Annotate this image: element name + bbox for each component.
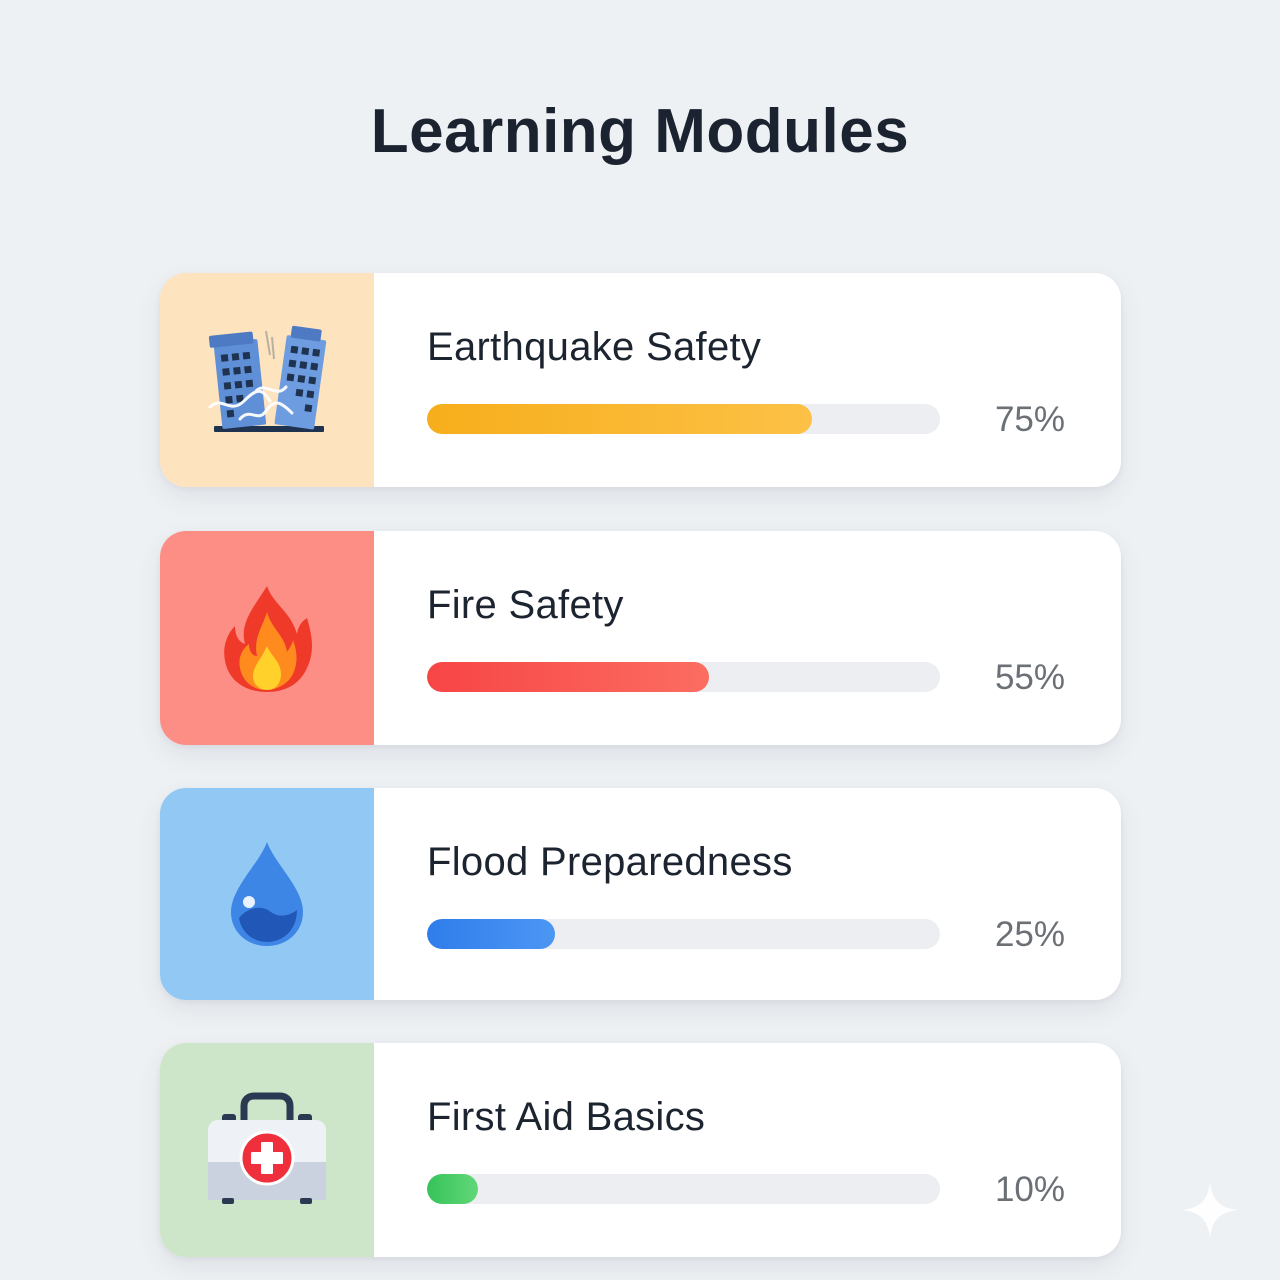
- progress-bar: [427, 404, 940, 434]
- earthquake-buildings-icon: [208, 325, 327, 432]
- module-title: First Aid Basics: [427, 1095, 706, 1139]
- module-content: First Aid Basics 10%: [374, 1043, 1121, 1257]
- module-title: Fire Safety: [427, 583, 624, 627]
- progress-fill: [427, 662, 710, 692]
- page-title: Learning Modules: [370, 97, 910, 166]
- progress-bar: [427, 919, 940, 949]
- module-card-first-aid-basics[interactable]: First Aid Basics 10%: [160, 1043, 1121, 1257]
- progress-fill: [427, 1174, 479, 1204]
- module-content: Fire Safety 55%: [374, 531, 1121, 745]
- module-card-flood-preparedness[interactable]: Flood Preparedness 25%: [160, 788, 1121, 1000]
- module-icon-panel: [160, 1043, 374, 1257]
- module-title: Earthquake Safety: [427, 325, 762, 369]
- learning-modules-page: Learning Modules Earthquake Safety 75% F…: [0, 0, 1280, 1280]
- progress-bar: [427, 1174, 940, 1204]
- progress-fill: [427, 404, 812, 434]
- progress-percentage: 75%: [994, 400, 1065, 439]
- first-aid-kit-icon: [208, 1092, 326, 1204]
- module-icon-panel: [160, 531, 374, 745]
- module-content: Earthquake Safety 75%: [374, 273, 1121, 487]
- progress-bar: [427, 662, 940, 692]
- module-list: Earthquake Safety 75% Fire Safety 55% Fl…: [160, 273, 1121, 1257]
- module-icon-panel: [160, 273, 374, 487]
- sparkle-icon: [1182, 1182, 1238, 1238]
- progress-fill: [427, 919, 556, 949]
- flame-icon: [224, 586, 312, 692]
- module-content: Flood Preparedness 25%: [374, 788, 1121, 1000]
- module-card-earthquake-safety[interactable]: Earthquake Safety 75%: [160, 273, 1121, 487]
- progress-percentage: 25%: [994, 915, 1065, 954]
- progress-percentage: 55%: [994, 658, 1065, 697]
- module-card-fire-safety[interactable]: Fire Safety 55%: [160, 531, 1121, 745]
- water-drop-icon: [231, 842, 303, 946]
- module-title: Flood Preparedness: [427, 840, 793, 884]
- progress-percentage: 10%: [994, 1170, 1065, 1209]
- module-icon-panel: [160, 788, 374, 1000]
